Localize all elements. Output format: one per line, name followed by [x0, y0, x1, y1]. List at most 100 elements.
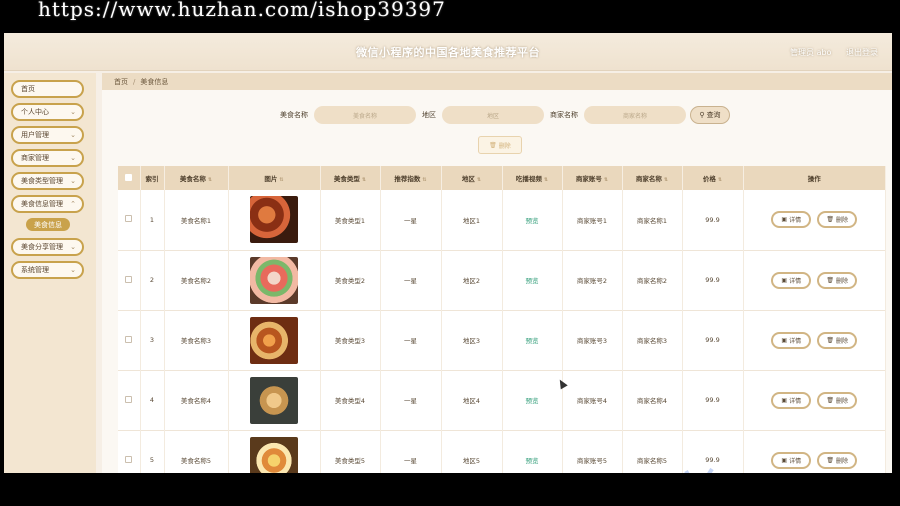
col-label: 美食类型 [333, 175, 360, 183]
delete-button[interactable]: 🗑 删除 [817, 331, 858, 349]
detail-button-label: 详情 [789, 397, 802, 405]
row-checkbox[interactable] [125, 455, 133, 463]
select-all-checkbox[interactable] [125, 173, 133, 181]
detail-button[interactable]: ▣ 详情 [771, 391, 812, 409]
food-thumbnail[interactable] [250, 316, 298, 364]
table-row: 4 美食名称4 美食类型4 一星 地区4 预览 商家账号4 商家名称4 99.9… [118, 370, 886, 430]
row-select-cell [118, 250, 141, 310]
sidebar-item-food-types[interactable]: 美食类型管理 ⌄ [11, 172, 84, 190]
table-row: 1 美食名称1 美食类型1 一星 地区1 预览 商家账号1 商家名称1 99.9… [118, 190, 886, 250]
sidebar-item-profile[interactable]: 个人中心 ⌄ [11, 103, 84, 121]
col-label: 索引 [145, 175, 159, 183]
batch-delete-button[interactable]: 🗑 删除 [478, 136, 522, 154]
delete-button[interactable]: 🗑 删除 [817, 391, 858, 409]
col-account[interactable]: 商家账号 ⇅ [562, 166, 623, 190]
table-row: 5 美食名称5 美食类型5 一星 地区5 预览 商家账号5 商家名称5 99.9… [118, 430, 886, 473]
detail-button[interactable]: ▣ 详情 [771, 331, 812, 349]
sidebar-item-food-info[interactable]: 美食信息管理 ⌃ [11, 195, 84, 213]
col-rating[interactable]: 推荐指数 ⇅ [380, 166, 442, 190]
cell-region: 地区5 [441, 430, 503, 473]
cell-account: 商家账号1 [562, 190, 623, 250]
col-price[interactable]: 价格 ⇅ [682, 166, 744, 190]
sidebar-subitem-food-info[interactable]: 美食信息 [26, 218, 70, 231]
cell-region: 地区3 [441, 310, 503, 370]
row-select-cell [118, 370, 141, 430]
col-merchant[interactable]: 商家名称 ⇅ [622, 166, 683, 190]
cell-image [228, 370, 321, 430]
video-preview-link[interactable]: 预览 [502, 430, 563, 473]
search-button[interactable]: ⚲ 查询 [690, 106, 730, 124]
cell-name: 美食名称2 [164, 250, 229, 310]
logout-link[interactable]: 退出登录 [846, 48, 878, 57]
delete-button[interactable]: 🗑 删除 [817, 451, 858, 469]
col-label: 吃播视频 [515, 175, 542, 183]
sidebar: 首页 个人中心 ⌄ 用户管理 ⌄ 商家管理 ⌄ 美食类型管理 ⌄ 美食信息管理 ⌃ 美食信… [4, 73, 96, 473]
detail-button-label: 详情 [789, 277, 802, 285]
cell-type: 美食类型2 [320, 250, 381, 310]
sidebar-item-label: 系统管理 [21, 266, 49, 274]
video-preview-link[interactable]: 预览 [502, 190, 563, 250]
delete-button[interactable]: 🗑 删除 [817, 271, 858, 289]
cell-price: 99.9 [682, 250, 744, 310]
delete-button-label: 删除 [836, 217, 849, 225]
row-checkbox[interactable] [125, 395, 133, 403]
cell-rating: 一星 [380, 250, 442, 310]
merchant-name-input[interactable]: 商家名称 [584, 106, 686, 124]
col-region[interactable]: 地区 ⇅ [441, 166, 503, 190]
sort-icon: ⇅ [476, 177, 482, 183]
video-preview-link[interactable]: 预览 [502, 370, 563, 430]
detail-icon: ▣ [781, 276, 788, 284]
detail-button-label: 详情 [789, 217, 802, 225]
detail-button[interactable]: ▣ 详情 [771, 451, 812, 469]
food-thumbnail[interactable] [250, 256, 298, 304]
sidebar-item-users[interactable]: 用户管理 ⌄ [11, 126, 84, 144]
video-preview-link[interactable]: 预览 [502, 310, 563, 370]
chevron-down-icon: ⌄ [70, 243, 76, 251]
cell-merchant: 商家名称4 [622, 370, 683, 430]
sidebar-item-home[interactable]: 首页 [11, 80, 84, 98]
cell-region: 地区1 [441, 190, 503, 250]
sidebar-item-label: 个人中心 [21, 108, 49, 116]
food-thumbnail[interactable] [250, 436, 298, 473]
sort-icon: ⇅ [361, 177, 367, 183]
cell-type: 美食类型4 [320, 370, 381, 430]
sidebar-item-merchants[interactable]: 商家管理 ⌄ [11, 149, 84, 167]
chevron-down-icon: ⌄ [70, 266, 76, 274]
name-label: 美食名称 [280, 111, 308, 119]
col-video[interactable]: 吃播视频 ⇅ [502, 166, 563, 190]
region-input[interactable]: 地区 [442, 106, 544, 124]
cell-price: 99.9 [682, 190, 744, 250]
row-select-cell [118, 190, 141, 250]
row-checkbox[interactable] [125, 275, 133, 283]
cell-merchant: 商家名称1 [622, 190, 683, 250]
cell-actions: ▣ 详情 🗑 删除 [743, 190, 886, 250]
col-actions: 操作 [743, 166, 886, 190]
cell-rating: 一星 [380, 190, 442, 250]
food-thumbnail[interactable] [250, 196, 298, 244]
cell-index: 2 [140, 250, 165, 310]
col-image[interactable]: 图片 ⇅ [228, 166, 321, 190]
breadcrumb-home[interactable]: 首页 [114, 77, 128, 87]
food-thumbnail[interactable] [250, 376, 298, 424]
food-name-input[interactable]: 美食名称 [314, 106, 416, 124]
main-content: 首页 / 美食信息 美食名称 美食名称 地区 地区 商家名称 商家名称 ⚲ 查询… [102, 73, 892, 473]
cell-type: 美食类型5 [320, 430, 381, 473]
cell-actions: ▣ 详情 🗑 删除 [743, 370, 886, 430]
video-preview-link[interactable]: 预览 [502, 250, 563, 310]
col-type[interactable]: 美食类型 ⇅ [320, 166, 381, 190]
cell-account: 商家账号5 [562, 430, 623, 473]
cell-actions: ▣ 详情 🗑 删除 [743, 310, 886, 370]
col-index: 索引 [140, 166, 165, 190]
search-icon: ⚲ [699, 111, 705, 119]
sidebar-item-system[interactable]: 系统管理 ⌄ [11, 261, 84, 279]
col-name[interactable]: 美食名称 ⇅ [164, 166, 229, 190]
detail-button[interactable]: ▣ 详情 [771, 211, 812, 229]
row-checkbox[interactable] [125, 215, 133, 223]
cell-actions: ▣ 详情 🗑 删除 [743, 430, 886, 473]
detail-button[interactable]: ▣ 详情 [771, 271, 812, 289]
sidebar-item-food-share[interactable]: 美食分享管理 ⌄ [11, 238, 84, 256]
cell-account: 商家账号3 [562, 310, 623, 370]
col-label: 地区 [461, 175, 475, 183]
delete-button[interactable]: 🗑 删除 [817, 211, 858, 229]
row-checkbox[interactable] [125, 335, 133, 343]
